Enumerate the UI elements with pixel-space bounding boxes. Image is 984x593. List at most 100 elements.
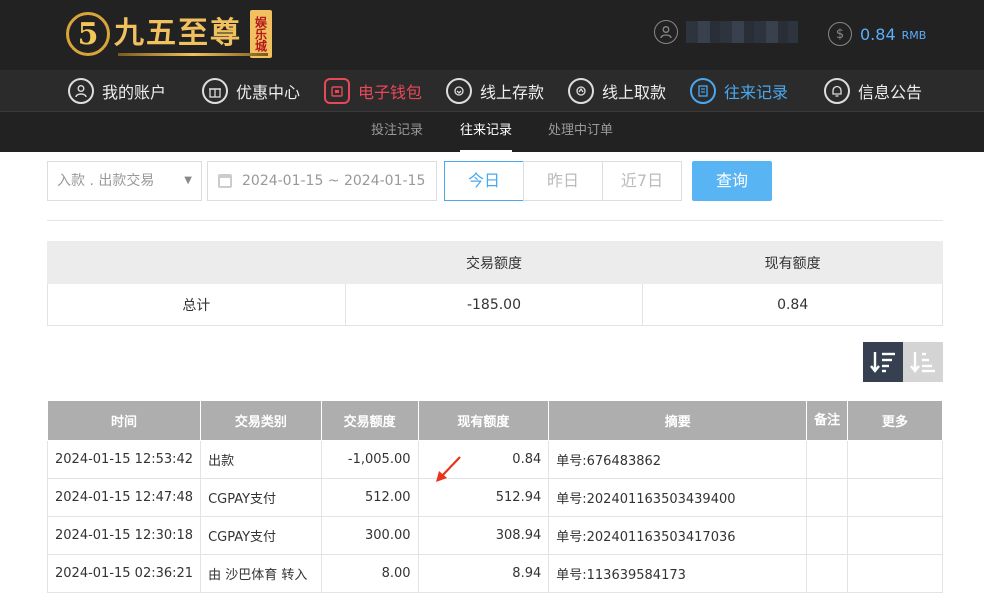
nav-promotions[interactable]: 优惠中心 [202, 76, 300, 106]
logo-text: 九五至尊 [114, 16, 242, 51]
summary-total-amount: -185.00 [344, 283, 644, 326]
summary-total-balance: 0.84 [642, 283, 943, 326]
balance-value: 0.84 [860, 24, 896, 44]
cell-more[interactable] [846, 439, 944, 479]
table-row: 2024-01-15 12:30:18 CGPAY支付 300.00 308.9… [46, 515, 944, 555]
range-yesterday-button[interactable]: 昨日 [523, 161, 603, 201]
nav-my-account[interactable]: 我的账户 [68, 76, 166, 106]
nav-label: 我的账户 [102, 83, 167, 102]
user-account[interactable] [654, 20, 798, 44]
cell-amount: -1,005.00 [320, 439, 419, 479]
calendar-icon [218, 174, 232, 188]
cell-balance: 308.94 [417, 515, 550, 555]
dollar-icon: $ [828, 22, 852, 46]
cell-summary: 单号:202401163503417036 [548, 515, 808, 555]
cell-time: 2024-01-15 12:30:18 [46, 515, 202, 555]
nav-label: 电子钱包 [358, 83, 423, 102]
cell-note [806, 515, 848, 555]
caret-down-icon: ▼ [184, 175, 192, 186]
nav-label: 往来记录 [724, 83, 789, 102]
logo-badge: 5 [66, 12, 110, 56]
col-type: 交易类别 [200, 401, 322, 441]
cell-type: 出款 [200, 439, 322, 479]
transaction-type-value: 入款 . 出款交易 [57, 173, 155, 189]
user-icon [68, 78, 94, 104]
date-range-value: 2024-01-15 ~ 2024-01-15 [242, 173, 426, 189]
cell-more[interactable] [846, 515, 944, 555]
records-header-row: 时间 交易类别 交易额度 现有额度 摘要 备注 更多 [46, 401, 944, 441]
query-button[interactable]: 查询 [692, 161, 772, 201]
col-more: 更多 [846, 401, 944, 441]
col-time: 时间 [46, 401, 202, 441]
main-nav: 我的账户 优惠中心 电子钱包 线上存款 线上取款 往来记录 信息公告 [0, 70, 984, 112]
range-7days-button[interactable]: 近7日 [602, 161, 682, 201]
cell-amount: 512.00 [320, 477, 419, 517]
cell-summary: 单号:202401163503439400 [548, 477, 808, 517]
summary-header-amount: 交易额度 [344, 241, 644, 284]
site-logo[interactable]: 5 九五至尊 娱乐城 [66, 9, 272, 59]
username-redacted [686, 21, 798, 43]
col-note-label: 备注 [814, 412, 841, 428]
transaction-type-select[interactable]: 入款 . 出款交易 ▼ [47, 161, 202, 201]
deposit-icon [446, 78, 472, 104]
cell-balance: 8.94 [417, 553, 550, 593]
cell-time: 2024-01-15 02:36:21 [46, 553, 202, 593]
sort-asc-icon [910, 352, 935, 373]
cell-time: 2024-01-15 12:47:48 [46, 477, 202, 517]
cell-note [806, 553, 848, 593]
col-amount: 交易额度 [320, 401, 419, 441]
sort-asc-button[interactable] [903, 342, 943, 382]
summary-header-row: 交易额度 现有额度 [47, 241, 943, 284]
cell-summary: 单号:113639584173 [548, 553, 808, 593]
nav-announcements[interactable]: 信息公告 [824, 76, 922, 106]
balance-display: $ 0.84 RMB [828, 22, 926, 46]
table-row: 2024-01-15 12:47:48 CGPAY支付 512.00 512.9… [46, 477, 944, 517]
cell-note [806, 439, 848, 479]
nav-label: 线上取款 [602, 83, 667, 102]
table-row: 2024-01-15 02:36:21 由 沙巴体育 转入 8.00 8.94 … [46, 553, 944, 593]
nav-transaction-records[interactable]: 往来记录 [690, 76, 788, 106]
records-table: 时间 交易类别 交易额度 现有额度 摘要 备注 更多 2024-01-15 12… [46, 401, 944, 593]
summary-header-cell [47, 241, 346, 284]
summary-total-row: 总计 -185.00 0.84 [47, 283, 943, 326]
date-range-input[interactable]: 2024-01-15 ~ 2024-01-15 [207, 161, 437, 201]
red-arrow-annotation [436, 456, 461, 482]
cell-more[interactable] [846, 477, 944, 517]
tab-pending-orders[interactable]: 处理中订单 [548, 112, 613, 152]
nav-label: 信息公告 [858, 83, 923, 102]
nav-label: 优惠中心 [236, 83, 301, 102]
nav-ewallet[interactable]: 电子钱包 [324, 76, 422, 106]
balance-unit: RMB [901, 29, 927, 42]
withdraw-icon [568, 78, 594, 104]
sub-nav: 投注记录 往来记录 处理中订单 [0, 112, 984, 152]
sort-desc-button[interactable] [863, 342, 903, 382]
tab-bet-records[interactable]: 投注记录 [371, 112, 423, 152]
records-icon [690, 78, 716, 104]
wallet-icon [324, 78, 350, 104]
cell-more[interactable] [846, 553, 944, 593]
sort-desc-icon [870, 352, 895, 373]
nav-online-withdraw[interactable]: 线上取款 [568, 76, 666, 106]
nav-online-deposit[interactable]: 线上存款 [446, 76, 544, 106]
col-summary: 摘要 [548, 401, 808, 441]
table-row: 2024-01-15 12:53:42 出款 -1,005.00 0.84 单号… [46, 439, 944, 479]
logo-underline [118, 53, 268, 56]
cell-type: 由 沙巴体育 转入 [200, 553, 322, 593]
summary-header-balance: 现有额度 [642, 241, 943, 284]
summary-table: 交易额度 现有额度 总计 -185.00 0.84 [47, 241, 943, 326]
top-header: 5 九五至尊 娱乐城 $ 0.84 RMB [0, 0, 984, 70]
summary-total-label: 总计 [47, 283, 346, 326]
cell-time: 2024-01-15 12:53:42 [46, 439, 202, 479]
user-icon [654, 20, 678, 44]
cell-type: CGPAY支付 [200, 515, 322, 555]
logo-tag: 娱乐城 [250, 10, 272, 58]
col-balance: 现有额度 [417, 401, 550, 441]
cell-type: CGPAY支付 [200, 477, 322, 517]
col-note: 备注 [806, 401, 848, 441]
nav-label: 线上存款 [480, 83, 545, 102]
cell-amount: 300.00 [320, 515, 419, 555]
cell-note [806, 477, 848, 517]
cell-amount: 8.00 [320, 553, 419, 593]
tab-transaction-records[interactable]: 往来记录 [460, 112, 513, 152]
range-today-button[interactable]: 今日 [444, 161, 524, 201]
